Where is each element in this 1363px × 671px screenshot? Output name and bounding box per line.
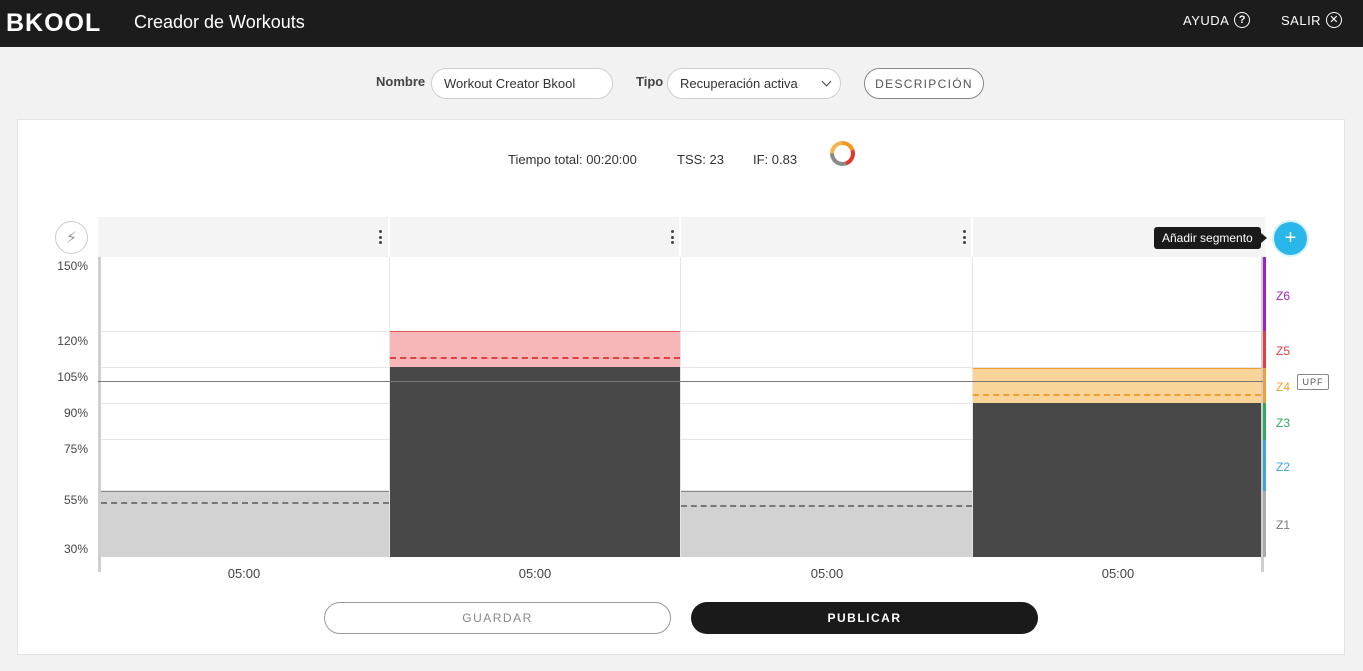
y-tick-90: 90% [63, 406, 88, 420]
segment-block-2[interactable] [390, 367, 680, 557]
segment-duration-3: 05:00 [810, 566, 844, 581]
zone-label-z5: Z5 [1276, 344, 1291, 358]
segment-block-4[interactable] [973, 403, 1261, 557]
segment-range-2 [390, 331, 680, 368]
upf-line [98, 381, 1265, 382]
segment-duration-2: 05:00 [518, 566, 552, 581]
help-label: AYUDA [1183, 12, 1230, 28]
add-segment-button[interactable]: + [1274, 222, 1307, 255]
grid-line [98, 331, 1265, 332]
zone-bar-z1 [1263, 491, 1266, 557]
zone-label-z6: Z6 [1276, 289, 1291, 303]
target-power-line [973, 394, 1261, 396]
more-vertical-icon[interactable] [664, 229, 680, 245]
exit-label: SALIR [1281, 12, 1322, 28]
segment-header-1[interactable] [98, 217, 390, 257]
segment-range-4 [973, 368, 1261, 404]
app-title: Creador de Workouts [134, 12, 305, 32]
y-tick-120: 120% [57, 334, 88, 348]
zone-distribution-icon [830, 141, 855, 166]
zone-bar-z2 [1263, 440, 1266, 491]
bkool-logo[interactable]: BKOOL [6, 9, 101, 38]
publish-button[interactable]: PUBLICAR [691, 602, 1038, 634]
name-label: Nombre [376, 74, 426, 89]
y-tick-150: 150% [57, 259, 88, 273]
zone-label-z3: Z3 [1276, 416, 1291, 430]
y-tick-30: 30% [63, 542, 88, 556]
top-bar: BKOOL Creador de Workouts AYUDA ? SALIR … [0, 0, 1363, 47]
total-time: Tiempo total: 00:20:00 [508, 152, 637, 167]
question-circle-icon: ? [1234, 12, 1251, 28]
segment-block-3[interactable] [681, 491, 972, 557]
save-button[interactable]: GUARDAR [324, 602, 671, 634]
close-circle-icon: ✕ [1326, 12, 1343, 28]
if-value: IF: 0.83 [753, 152, 798, 167]
workout-type-value: Recuperación activa [680, 76, 798, 91]
target-power-line [681, 505, 972, 507]
target-power-line [390, 357, 680, 359]
zone-label-z4: Z4 [1276, 380, 1291, 394]
more-vertical-icon[interactable] [372, 229, 388, 245]
zone-label-z2: Z2 [1276, 460, 1291, 474]
upf-label: UPF [1297, 374, 1329, 390]
power-toggle-button[interactable]: ⚡ [55, 221, 88, 254]
segment-header-2[interactable] [390, 217, 681, 257]
workout-type-select[interactable]: Recuperación activa [667, 68, 841, 99]
lightning-icon: ⚡ [65, 229, 78, 247]
segment-duration-1: 05:00 [227, 566, 261, 581]
zone-bar-z5 [1263, 331, 1266, 368]
zone-bar-z3 [1263, 403, 1266, 440]
segment-header-3[interactable] [681, 217, 973, 257]
segment-block-1[interactable] [101, 491, 389, 557]
zone-bar-z4 [1263, 368, 1266, 403]
y-tick-75: 75% [63, 442, 88, 456]
plus-icon: + [1284, 227, 1297, 249]
more-vertical-icon[interactable] [956, 229, 972, 245]
y-tick-55: 55% [63, 493, 88, 507]
target-power-line [101, 502, 389, 504]
y-tick-105: 105% [57, 370, 88, 384]
description-button[interactable]: DESCRIPCIÓN [864, 68, 984, 99]
chevron-down-icon [821, 76, 832, 87]
type-label: Tipo [636, 74, 664, 89]
tss-value: TSS: 23 [677, 152, 724, 167]
workout-name-input[interactable]: Workout Creator Bkool [431, 68, 613, 99]
zone-bar-z6 [1263, 257, 1266, 331]
segment-duration-4: 05:00 [1101, 566, 1135, 581]
zone-label-z1: Z1 [1276, 518, 1291, 532]
exit-link[interactable]: SALIR ✕ [1281, 12, 1343, 28]
help-link[interactable]: AYUDA ? [1183, 12, 1251, 28]
add-segment-tooltip: Añadir segmento [1154, 227, 1267, 249]
